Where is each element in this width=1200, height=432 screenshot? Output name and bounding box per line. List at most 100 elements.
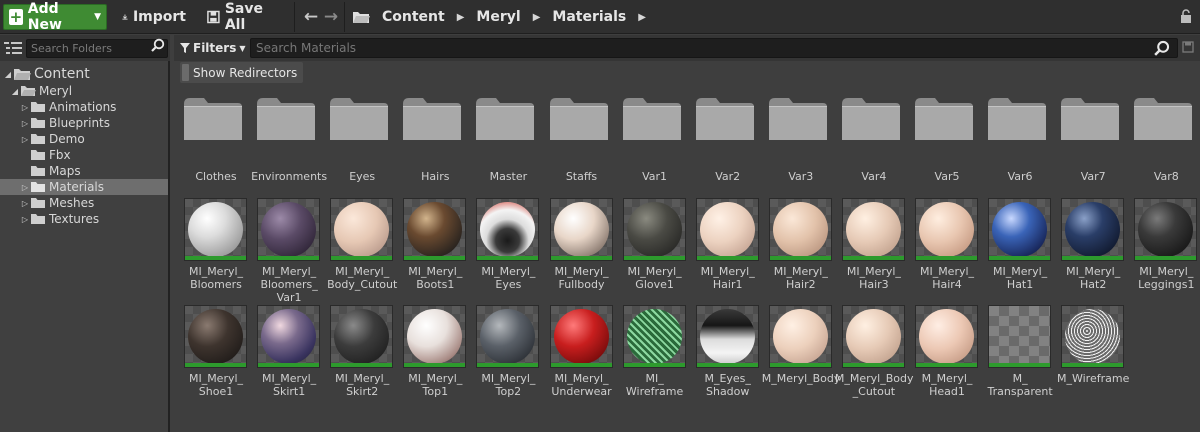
import-button[interactable]: Import	[114, 4, 194, 30]
folder-icon	[1061, 98, 1120, 140]
collapse-arrow-icon[interactable]: ▷	[20, 135, 30, 144]
folder-icon	[403, 98, 462, 140]
tree-item-demo[interactable]: ▷ Demo	[0, 131, 168, 147]
search-icon[interactable]	[1154, 40, 1170, 56]
expand-arrow-icon[interactable]: ◢	[3, 70, 13, 79]
asset-type-bar	[916, 256, 977, 260]
folder-tile[interactable]: Var7	[1061, 86, 1125, 183]
asset-tile[interactable]: MI_Meryl_ Leggings1	[1134, 198, 1198, 302]
asset-tile[interactable]: MI_Meryl_ Skirt2	[330, 305, 394, 409]
asset-tile[interactable]: MI_Meryl_ Hair3	[841, 198, 906, 302]
tree-item-blueprints[interactable]: ▷ Blueprints	[0, 115, 168, 131]
folder-tile[interactable]: Var8	[1134, 86, 1198, 183]
add-new-button[interactable]: + Add New ▼	[3, 1, 107, 33]
asset-tile[interactable]: M_Wireframe	[1057, 305, 1129, 409]
lock-icon[interactable]	[1180, 9, 1192, 23]
tree-item-materials[interactable]: ▷ Materials	[0, 179, 168, 195]
search-icon[interactable]	[151, 38, 165, 52]
folder-tile[interactable]: Var2	[695, 86, 760, 183]
plus-icon: +	[9, 8, 23, 26]
asset-type-bar	[623, 363, 685, 367]
asset-tile[interactable]: MI_Meryl_ Top1	[403, 305, 467, 409]
folder-label: Var4	[861, 170, 887, 183]
asset-type-bar	[769, 256, 831, 260]
folder-tile[interactable]: Eyes	[330, 86, 394, 183]
asset-tile[interactable]: MI_Meryl_ Underwear	[549, 305, 614, 409]
asset-tile[interactable]: MI_Meryl_ Glove1	[622, 198, 687, 302]
asset-tile[interactable]: MI_Meryl_ Body_Cutout	[327, 198, 397, 302]
asset-tile[interactable]: MI_Meryl_ Skirt1	[257, 305, 321, 409]
asset-tile[interactable]: MI_Meryl_ Bloomers	[184, 198, 248, 302]
tree-item-textures[interactable]: ▷ Textures	[0, 211, 168, 227]
folder-label: Hairs	[421, 170, 450, 183]
material-thumbnail	[549, 198, 613, 261]
asset-label: MI_Meryl_ Hair1	[700, 265, 755, 291]
asset-tile[interactable]: MI_Meryl_ Hair2	[768, 198, 833, 302]
asset-type-bar	[1135, 256, 1197, 260]
material-thumbnail	[768, 198, 832, 261]
asset-tile[interactable]: MI_Meryl_ Eyes	[476, 198, 540, 302]
collapse-arrow-icon[interactable]: ▷	[20, 215, 30, 224]
expand-arrow-icon[interactable]: ◢	[10, 87, 20, 96]
collapse-arrow-icon[interactable]: ▷	[20, 183, 30, 192]
folder-tile[interactable]: Var6	[988, 86, 1052, 183]
folder-tile[interactable]: Hairs	[403, 86, 467, 183]
breadcrumb-arrow-icon[interactable]: ▶	[533, 12, 541, 23]
forward-arrow-icon[interactable]: →	[321, 5, 341, 29]
folder-tile[interactable]: Var1	[622, 86, 687, 183]
checkbox[interactable]	[182, 64, 189, 81]
search-materials-input[interactable]	[250, 38, 1178, 58]
asset-tile[interactable]: MI_Meryl_ Hair1	[695, 198, 760, 302]
folder-tile[interactable]: Staffs	[549, 86, 614, 183]
asset-tile[interactable]: M_Eyes_ Shadow	[695, 305, 760, 409]
asset-tile[interactable]: M_Meryl_Body	[762, 305, 840, 409]
asset-label: MI_Meryl_ Hat2	[1066, 265, 1121, 291]
asset-tile[interactable]: M_ Transparent	[988, 305, 1053, 409]
collapse-arrow-icon[interactable]: ▷	[20, 103, 30, 112]
asset-label: MI_Meryl_ Boots1	[408, 265, 463, 291]
show-redirectors-toggle[interactable]: Show Redirectors	[180, 62, 304, 83]
tree-toggle-icon[interactable]	[4, 41, 22, 55]
folder-tile[interactable]: Var3	[768, 86, 833, 183]
filters-button[interactable]: Filters ▼	[180, 39, 246, 57]
back-arrow-icon[interactable]: ←	[301, 5, 321, 29]
collapse-arrow-icon[interactable]: ▷	[20, 199, 30, 208]
asset-tile[interactable]: MI_Meryl_ Hat2	[1061, 198, 1125, 302]
folder-tile[interactable]: Var4	[841, 86, 906, 183]
breadcrumb-arrow-icon[interactable]: ▶	[638, 12, 646, 23]
asset-tile[interactable]: MI_Meryl_ Hair4	[915, 198, 979, 302]
collapse-arrow-icon[interactable]: ▷	[20, 119, 30, 128]
folder-label: Var5	[934, 170, 960, 183]
save-search-icon[interactable]	[1182, 41, 1194, 53]
tree-item-label: Textures	[49, 212, 100, 226]
tree-item-meshes[interactable]: ▷ Meshes	[0, 195, 168, 211]
asset-tile[interactable]: MI_Meryl_ Fullbody	[549, 198, 614, 302]
folder-tile[interactable]: Var5	[915, 86, 979, 183]
folder-open-icon	[14, 69, 31, 80]
asset-tile[interactable]: MI_Meryl_ Boots1	[403, 198, 467, 302]
breadcrumb-item[interactable]: Content	[382, 9, 445, 25]
folder-tile[interactable]: Master	[476, 86, 540, 183]
search-folders-input[interactable]	[26, 39, 168, 58]
save-all-button[interactable]: Save All	[199, 1, 291, 33]
folder-tile[interactable]: Clothes	[184, 86, 248, 183]
asset-tile[interactable]: MI_Meryl_ Hat1	[988, 198, 1052, 302]
breadcrumb-arrow-icon[interactable]: ▶	[457, 12, 465, 23]
breadcrumb-item[interactable]: Materials	[552, 9, 626, 25]
asset-tile[interactable]: M_Meryl_ Head1	[915, 305, 979, 409]
asset-label: MI_Meryl_ Bloomers	[188, 265, 244, 291]
asset-label: MI_Meryl_ Hair4	[919, 265, 975, 291]
asset-label: MI_Meryl_ Skirt2	[335, 372, 390, 398]
folder-tile[interactable]: Environments	[251, 86, 327, 183]
asset-tile[interactable]: M_Meryl_Body _Cutout	[835, 305, 914, 409]
asset-tile[interactable]: MI_ Wireframe	[622, 305, 687, 409]
tree-item-content[interactable]: ◢ Content	[0, 65, 168, 83]
tree-item-fbx[interactable]: Fbx	[0, 147, 168, 163]
asset-tile[interactable]: MI_Meryl_ Shoe1	[184, 305, 248, 409]
tree-item-maps[interactable]: Maps	[0, 163, 168, 179]
breadcrumb-item[interactable]: Meryl	[476, 9, 520, 25]
tree-item-meryl[interactable]: ◢ Meryl	[0, 83, 168, 99]
asset-tile[interactable]: MI_Meryl_ Bloomers_ Var1	[257, 198, 321, 304]
asset-tile[interactable]: MI_Meryl_ Top2	[476, 305, 540, 409]
tree-item-animations[interactable]: ▷ Animations	[0, 99, 168, 115]
